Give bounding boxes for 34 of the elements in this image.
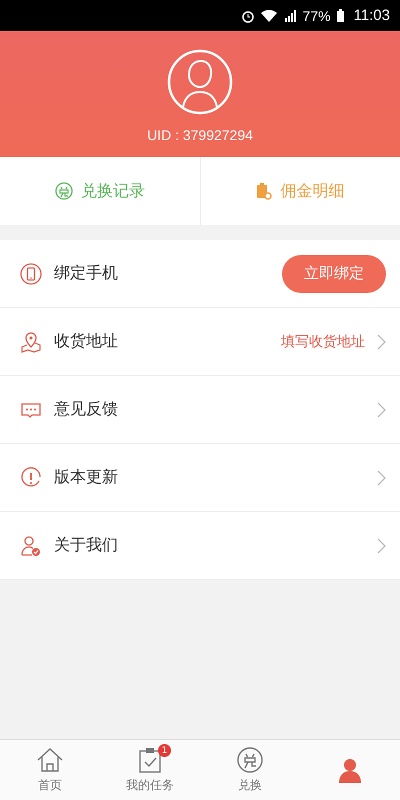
bind-button[interactable]: 立即绑定 xyxy=(282,254,386,292)
user-id: UID : 379927294 xyxy=(147,127,253,143)
home-icon xyxy=(36,747,64,773)
menu-value: 填写收货地址 xyxy=(281,332,365,350)
menu-label: 绑定手机 xyxy=(54,263,119,284)
menu-row[interactable]: 版本更新 xyxy=(0,444,400,512)
tab-bar-item[interactable]: 1 我的任务 xyxy=(100,740,200,800)
tab-bar-item[interactable]: 首页 xyxy=(0,740,100,800)
exchange-icon xyxy=(237,747,263,773)
alert-icon xyxy=(20,466,42,488)
exchange-icon xyxy=(54,182,73,200)
menu-row[interactable]: 收货地址 填写收货地址 xyxy=(0,308,400,376)
clipboard-check-icon xyxy=(137,746,163,774)
menu-label: 收货地址 xyxy=(54,331,119,352)
menu-label: 版本更新 xyxy=(54,467,119,488)
menu-label: 意见反馈 xyxy=(54,399,119,420)
user-check-icon xyxy=(20,534,42,556)
battery-level: 77% xyxy=(302,8,331,24)
phone-icon xyxy=(20,262,42,284)
menu-row[interactable]: 意见反馈 xyxy=(0,376,400,444)
signal-icon xyxy=(282,10,297,22)
notification-badge: 1 xyxy=(158,744,171,757)
menu-label: 关于我们 xyxy=(54,535,119,556)
quick-link[interactable]: 兑换记录 xyxy=(0,157,200,225)
location-pin-icon xyxy=(20,330,42,352)
alarm-icon xyxy=(240,8,255,22)
clock: 11:03 xyxy=(354,7,390,24)
menu-row[interactable]: 绑定手机 立即绑定 xyxy=(0,240,400,308)
clipboard-coin-icon xyxy=(256,182,272,200)
battery-icon xyxy=(336,9,344,22)
person-icon xyxy=(337,757,363,783)
tab-bar-item[interactable]: 兑换 xyxy=(200,740,300,800)
menu-row[interactable]: 关于我们 xyxy=(0,512,400,580)
wifi-icon xyxy=(260,10,277,22)
